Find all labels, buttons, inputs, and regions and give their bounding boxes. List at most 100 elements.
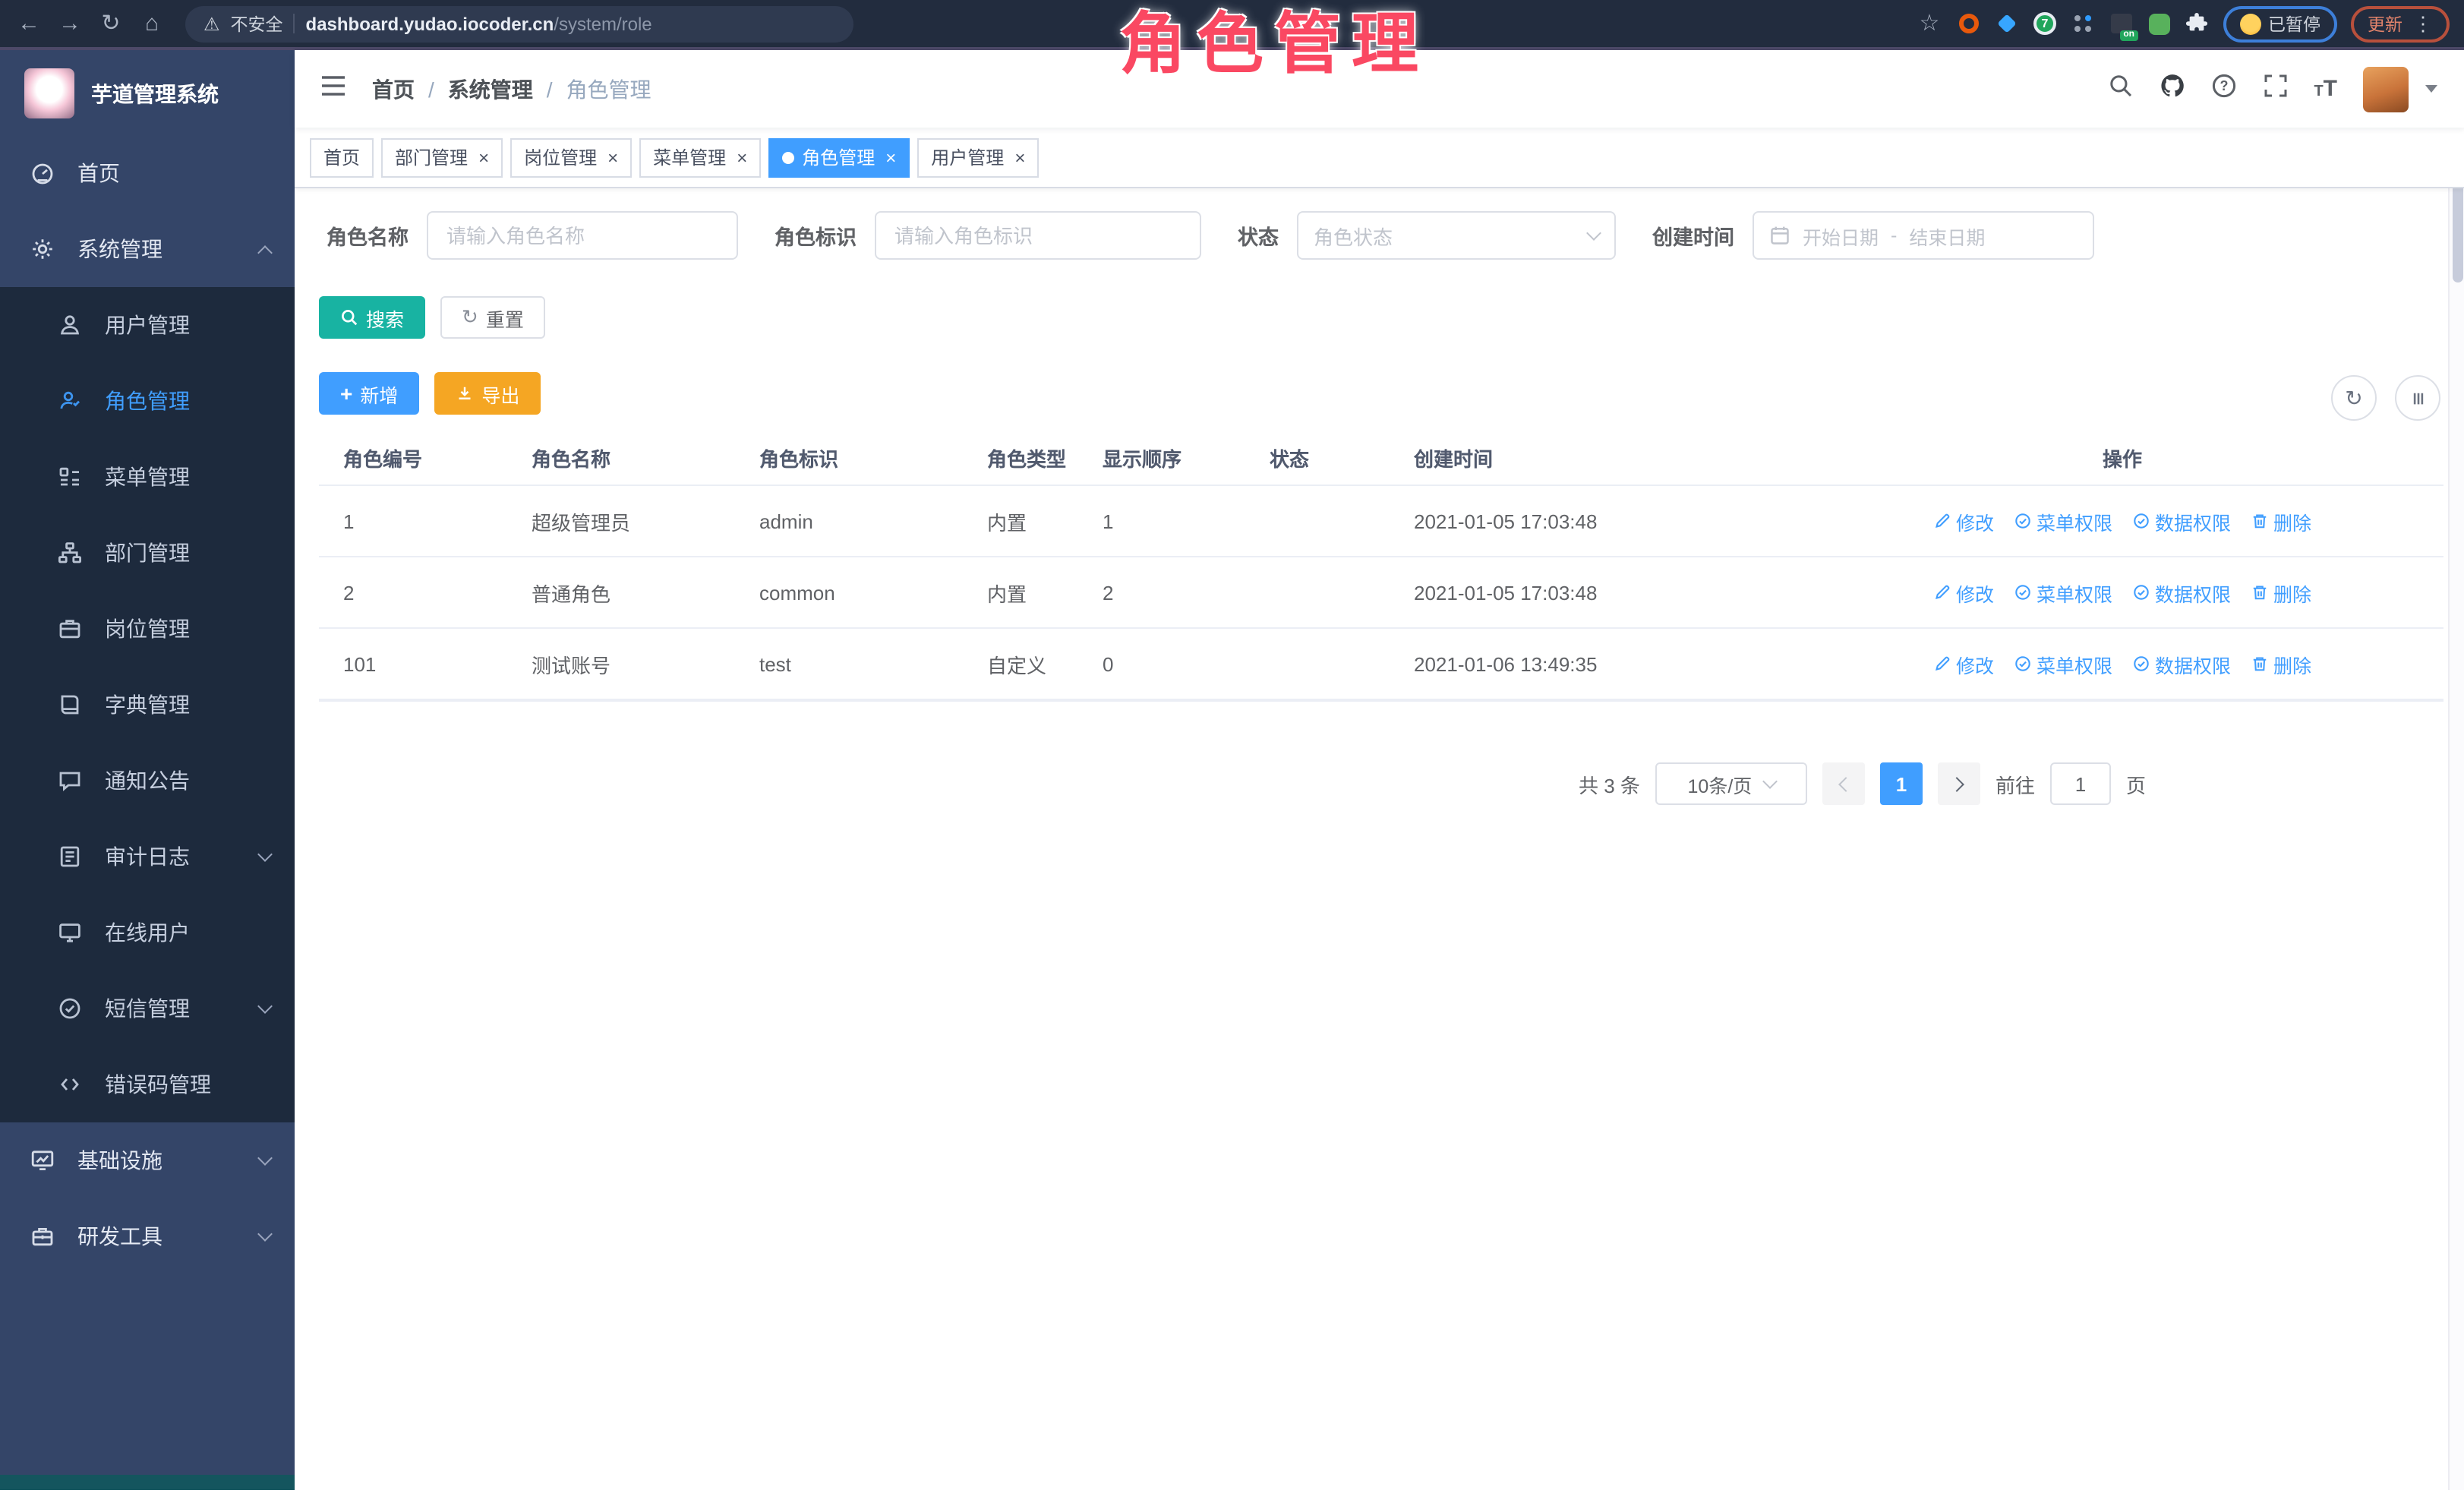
- delete-link[interactable]: 删除: [2251, 649, 2311, 678]
- delete-link[interactable]: 删除: [2251, 578, 2311, 607]
- extension-monkey-icon[interactable]: [2147, 11, 2171, 36]
- sidebar-item-infrastructure[interactable]: 基础设施: [0, 1122, 295, 1198]
- hamburger-icon[interactable]: [319, 71, 348, 107]
- prev-page-button[interactable]: [1822, 762, 1865, 805]
- top-navbar: 首页 / 系统管理 / 角色管理 ? TT: [295, 50, 2464, 128]
- breadcrumb-system[interactable]: 系统管理: [448, 74, 533, 104]
- tag-home[interactable]: 首页: [310, 137, 374, 177]
- breadcrumb-home[interactable]: 首页: [372, 74, 415, 104]
- data-permission-link[interactable]: 数据权限: [2132, 649, 2231, 678]
- sidebar-item-label: 通知公告: [105, 765, 190, 796]
- menu-permission-link[interactable]: 菜单权限: [2014, 578, 2112, 607]
- start-date-placeholder[interactable]: 开始日期: [1803, 221, 1879, 250]
- avatar-caret-icon[interactable]: [2425, 85, 2437, 93]
- edit-link[interactable]: 修改: [1933, 578, 1994, 607]
- date-range-picker[interactable]: 开始日期 - 结束日期: [1753, 211, 2094, 260]
- monitor-icon: [58, 920, 82, 945]
- sidebar-item-notices[interactable]: 通知公告: [0, 743, 295, 819]
- cell-role-code: common: [744, 581, 972, 604]
- sidebar-item-posts[interactable]: 岗位管理: [0, 591, 295, 667]
- menu-permission-link[interactable]: 菜单权限: [2014, 649, 2112, 678]
- extension-seven-icon[interactable]: 7: [2033, 11, 2057, 36]
- current-page[interactable]: 1: [1880, 762, 1923, 805]
- browser-reload-icon[interactable]: ↻: [97, 12, 125, 35]
- role-code-input[interactable]: [875, 211, 1201, 260]
- close-icon[interactable]: ×: [885, 148, 896, 166]
- fullscreen-icon[interactable]: [2262, 72, 2288, 106]
- data-permission-link[interactable]: 数据权限: [2132, 507, 2231, 535]
- menu-permission-link[interactable]: 菜单权限: [2014, 507, 2112, 535]
- sidebar-item-online-users[interactable]: 在线用户: [0, 895, 295, 971]
- bookmark-star-icon[interactable]: ☆: [1916, 12, 1943, 35]
- next-page-button[interactable]: [1938, 762, 1980, 805]
- font-size-icon[interactable]: TT: [2314, 76, 2337, 102]
- role-name-input[interactable]: [427, 211, 738, 260]
- extension-proxy-icon[interactable]: on: [2109, 11, 2133, 36]
- refresh-table-button[interactable]: ↻: [2331, 375, 2377, 421]
- omnibox-divider: [294, 14, 295, 33]
- update-chip[interactable]: 更新 ⋮: [2351, 5, 2450, 42]
- sidebar-item-departments[interactable]: 部门管理: [0, 515, 295, 591]
- tree-list-icon: [58, 465, 82, 489]
- sidebar-item-sms[interactable]: 短信管理: [0, 971, 295, 1046]
- header-search-icon[interactable]: [2107, 72, 2133, 106]
- close-icon[interactable]: ×: [1014, 148, 1025, 166]
- browser-forward-icon[interactable]: →: [56, 12, 84, 35]
- close-icon[interactable]: ×: [607, 148, 618, 166]
- sidebar-item-home[interactable]: 首页: [0, 135, 295, 211]
- extension-gem-icon[interactable]: [1995, 11, 2019, 36]
- data-permission-link[interactable]: 数据权限: [2132, 578, 2231, 607]
- avatar[interactable]: [2363, 66, 2409, 112]
- page-scrollbar[interactable]: [2448, 50, 2464, 1490]
- add-button[interactable]: + 新增: [319, 372, 419, 415]
- sidebar-item-devtools[interactable]: 研发工具: [0, 1198, 295, 1274]
- extension-dots-icon[interactable]: [2071, 11, 2095, 36]
- cell-display-order: 2: [1087, 581, 1254, 604]
- browser-menu-icon[interactable]: ⋮: [2413, 11, 2433, 36]
- edit-link[interactable]: 修改: [1933, 649, 1994, 678]
- profile-paused-chip[interactable]: 已暂停: [2223, 5, 2337, 42]
- reset-button[interactable]: ↻ 重置: [440, 296, 545, 339]
- edit-link[interactable]: 修改: [1933, 507, 1994, 535]
- cell-role-type: 内置: [972, 578, 1087, 607]
- tag-departments[interactable]: 部门管理 ×: [381, 137, 503, 177]
- sidebar-item-error-codes[interactable]: 错误码管理: [0, 1046, 295, 1122]
- sidebar-item-audit-log[interactable]: 审计日志: [0, 819, 295, 895]
- column-settings-button[interactable]: [2395, 375, 2440, 421]
- sidebar-item-system[interactable]: 系统管理: [0, 211, 295, 287]
- sidebar-item-label: 角色管理: [105, 386, 190, 416]
- sidebar-item-label: 字典管理: [105, 690, 190, 720]
- trash-icon: [2251, 655, 2269, 673]
- sidebar-logo-row[interactable]: 芋道管理系统: [0, 50, 295, 135]
- page-size-select[interactable]: 10条/页: [1655, 762, 1807, 805]
- sidebar-item-dictionary[interactable]: 字典管理: [0, 667, 295, 743]
- export-button[interactable]: 导出: [434, 372, 541, 415]
- status-placeholder: 角色状态: [1314, 221, 1589, 250]
- tag-roles[interactable]: 角色管理 ×: [768, 137, 910, 177]
- browser-back-icon[interactable]: ←: [15, 12, 43, 35]
- bottom-teal-strip: [0, 1475, 295, 1490]
- github-icon[interactable]: [2159, 72, 2185, 106]
- tag-posts[interactable]: 岗位管理 ×: [510, 137, 632, 177]
- role-name-label: 角色名称: [327, 220, 409, 251]
- extensions-puzzle-icon[interactable]: [2185, 11, 2209, 36]
- tag-users[interactable]: 用户管理 ×: [917, 137, 1039, 177]
- address-bar[interactable]: ⚠ 不安全 dashboard.yudao.iocoder.cn/system/…: [185, 5, 853, 42]
- browser-home-icon[interactable]: ⌂: [138, 12, 166, 35]
- delete-link[interactable]: 删除: [2251, 507, 2311, 535]
- sidebar-item-menus[interactable]: 菜单管理: [0, 439, 295, 515]
- goto-page-input[interactable]: [2050, 762, 2111, 805]
- end-date-placeholder[interactable]: 结束日期: [1909, 221, 1985, 250]
- sidebar-item-roles[interactable]: 角色管理: [0, 363, 295, 439]
- tag-label: 菜单管理: [653, 144, 726, 170]
- url-text[interactable]: dashboard.yudao.iocoder.cn/system/role: [306, 13, 652, 34]
- extension-adblock-icon[interactable]: [1957, 11, 1981, 36]
- status-select[interactable]: 角色状态: [1297, 211, 1616, 260]
- close-icon[interactable]: ×: [478, 148, 489, 166]
- help-icon[interactable]: ?: [2210, 72, 2236, 106]
- sidebar-item-users[interactable]: 用户管理: [0, 287, 295, 363]
- circle-check-icon: [2132, 583, 2150, 601]
- close-icon[interactable]: ×: [737, 148, 747, 166]
- search-button[interactable]: 搜索: [319, 296, 425, 339]
- tag-menus[interactable]: 菜单管理 ×: [639, 137, 761, 177]
